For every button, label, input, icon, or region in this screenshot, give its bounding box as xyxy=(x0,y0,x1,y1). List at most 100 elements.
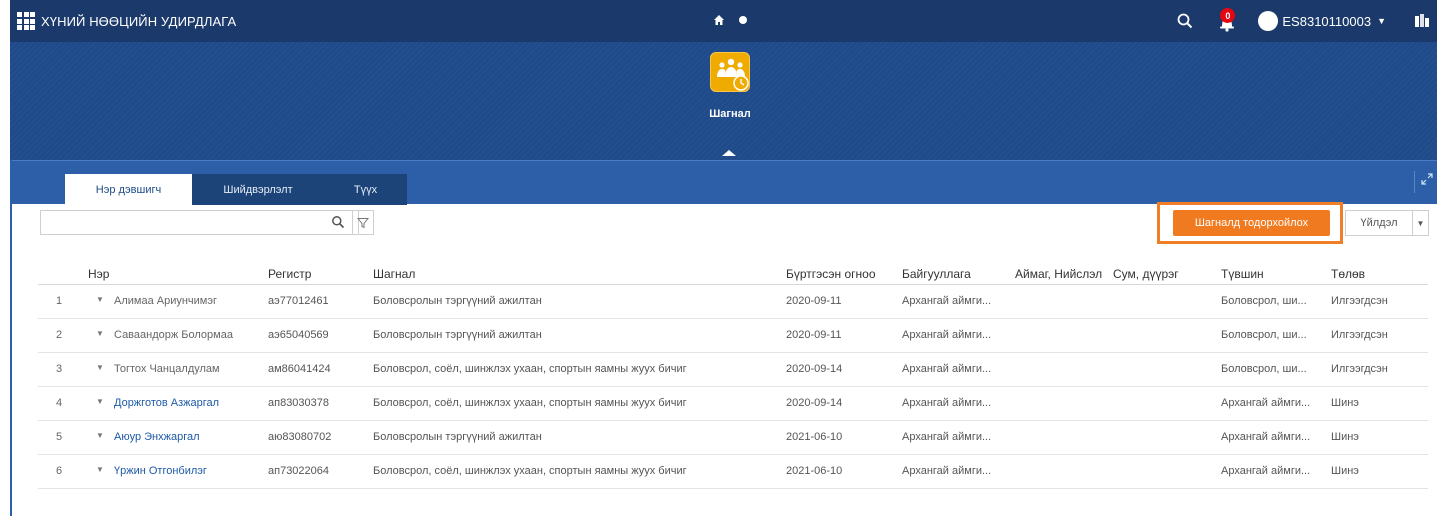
register-number: ам86041424 xyxy=(268,363,331,375)
award-name: Боловсролын тэргүүний ажилтан xyxy=(373,295,542,307)
tab-bar: Нэр дэвшигч Шийдвэрлэлт Түүх xyxy=(12,160,1437,205)
organization: Архангай аймги... xyxy=(902,363,992,375)
level: Боловсрол, ши... xyxy=(1221,329,1307,341)
level: Архангай аймги... xyxy=(1221,465,1311,477)
registered-date: 2021-06-10 xyxy=(786,431,843,443)
app-launcher-icon[interactable] xyxy=(17,12,35,30)
nominate-award-button[interactable]: Шагналд тодорхойлох xyxy=(1173,210,1330,236)
notifications-button[interactable]: 0 xyxy=(1214,8,1240,32)
award-app-icon[interactable] xyxy=(710,52,750,92)
expand-row-caret-icon[interactable]: ▼ xyxy=(96,363,104,372)
header-register[interactable]: Регистр xyxy=(268,267,368,281)
tab-history[interactable]: Түүх xyxy=(324,174,407,205)
avatar[interactable] xyxy=(1258,11,1279,31)
award-name: Боловсролын тэргүүний ажилтан xyxy=(373,329,542,341)
award-name: Боловсрол, соёл, шинжлэх ухаан, спортын … xyxy=(373,363,687,375)
row-index: 5 xyxy=(55,431,63,443)
register-number: ап73022064 xyxy=(268,465,330,477)
registered-date: 2020-09-11 xyxy=(786,295,842,307)
table-row[interactable]: 2 ▼ Саваандорж Болормаа аэ65040569 Болов… xyxy=(38,319,1428,353)
tab-candidate[interactable]: Нэр дэвшигч xyxy=(65,174,192,205)
row-index: 2 xyxy=(55,329,63,341)
register-number: аэ65040569 xyxy=(268,329,329,341)
header-sum[interactable]: Сум, дүүрэг xyxy=(1113,267,1213,281)
app-label: Шагнал xyxy=(709,108,751,120)
candidate-name[interactable]: Тогтох Чанцалдулам xyxy=(114,363,274,375)
row-index: 4 xyxy=(55,397,63,409)
search-button[interactable] xyxy=(328,212,348,232)
table-row[interactable]: 1 ▼ Алимаа Ариунчимэг аэ77012461 Боловср… xyxy=(38,285,1428,319)
row-index: 6 xyxy=(55,465,63,477)
award-name: Боловсролын тэргүүний ажилтан xyxy=(373,431,542,443)
candidate-name[interactable]: Үржин Отгонбилэг xyxy=(114,465,274,477)
action-select-label: Үйлдэл xyxy=(1360,217,1398,229)
tab-decision[interactable]: Шийдвэрлэлт xyxy=(192,174,324,205)
header-level[interactable]: Түвшин xyxy=(1221,267,1317,281)
shell-right-controls: 0 ES8310110003 ▼ xyxy=(1176,0,1437,42)
table-row[interactable]: 6 ▼ Үржин Отгонбилэг ап73022064 Боловсро… xyxy=(38,455,1428,489)
expand-row-caret-icon[interactable]: ▼ xyxy=(96,465,104,474)
filter-button[interactable] xyxy=(352,210,374,235)
shell-bar: ХҮНИЙ НӨӨЦИЙН УДИРДЛАГА 0 ES8310110003 ▼ xyxy=(10,0,1437,42)
search-input[interactable] xyxy=(40,210,359,235)
status: Шинэ xyxy=(1331,397,1359,409)
register-number: аэ77012461 xyxy=(268,295,329,307)
shell-center-controls xyxy=(713,14,747,26)
table-row[interactable]: 4 ▼ Доржготов Азжаргал ап83030378 Боловс… xyxy=(38,387,1428,421)
row-index: 3 xyxy=(55,363,63,375)
banner-pointer-icon xyxy=(722,150,736,156)
award-name: Боловсрол, соёл, шинжлэх ухаан, спортын … xyxy=(373,465,687,477)
header-organization[interactable]: Байгууллага xyxy=(902,267,1002,281)
level: Архангай аймги... xyxy=(1221,397,1311,409)
expand-row-caret-icon[interactable]: ▼ xyxy=(96,397,104,406)
registered-date: 2020-09-14 xyxy=(786,397,843,409)
level: Боловсрол, ши... xyxy=(1221,295,1307,307)
action-select[interactable]: Үйлдэл ▼ xyxy=(1345,210,1429,236)
header-status[interactable]: Төлөв xyxy=(1331,267,1421,281)
register-number: ап83030378 xyxy=(268,397,330,409)
user-id[interactable]: ES8310110003 xyxy=(1282,14,1371,29)
status: Илгээгдсэн xyxy=(1331,295,1388,307)
tab-bar-divider xyxy=(1414,171,1415,193)
candidate-name[interactable]: Алимаа Ариунчимэг xyxy=(114,295,274,307)
page-indicator-icon[interactable] xyxy=(739,16,747,24)
registered-date: 2020-09-14 xyxy=(786,363,843,375)
level: Боловсрол, ши... xyxy=(1221,363,1307,375)
header-date[interactable]: Бүртгэсэн огноо xyxy=(786,267,876,281)
candidate-name[interactable]: Саваандорж Болормаа xyxy=(114,329,274,341)
row-index: 1 xyxy=(55,295,63,307)
expand-row-caret-icon[interactable]: ▼ xyxy=(96,329,104,338)
table-header: Нэр Регистр Шагнал Бүртгэсэн огноо Байгу… xyxy=(38,262,1428,285)
home-icon[interactable] xyxy=(713,14,725,26)
registered-date: 2020-09-11 xyxy=(786,329,842,341)
header-award[interactable]: Шагнал xyxy=(373,267,773,281)
organization: Архангай аймги... xyxy=(902,329,992,341)
status: Илгээгдсэн xyxy=(1331,363,1388,375)
magnifier-icon xyxy=(332,216,345,229)
search-icon[interactable] xyxy=(1176,12,1194,30)
organization: Архангай аймги... xyxy=(902,431,992,443)
stacked-cards-icon[interactable] xyxy=(1414,13,1430,29)
candidate-name[interactable]: Доржготов Азжаргал xyxy=(114,397,274,409)
status: Шинэ xyxy=(1331,465,1359,477)
register-number: аю83080702 xyxy=(268,431,332,443)
candidate-name[interactable]: Аюур Энхжаргал xyxy=(114,431,274,443)
header-name[interactable]: Нэр xyxy=(88,267,109,281)
organization: Архангай аймги... xyxy=(902,295,992,307)
status: Илгээгдсэн xyxy=(1331,329,1388,341)
content-area: Нэр дэвшигч Шийдвэрлэлт Түүх Шагналд тод… xyxy=(10,160,1437,516)
status: Шинэ xyxy=(1331,431,1359,443)
expand-row-caret-icon[interactable]: ▼ xyxy=(96,431,104,440)
filter-icon xyxy=(357,217,369,228)
chevron-down-icon[interactable]: ▼ xyxy=(1412,211,1428,235)
expand-icon[interactable] xyxy=(1421,173,1433,185)
user-menu-chevron-down-icon[interactable]: ▼ xyxy=(1377,16,1386,26)
organization: Архангай аймги... xyxy=(902,465,992,477)
header-aimag[interactable]: Аймаг, Нийслэл xyxy=(1015,267,1109,281)
table-row[interactable]: 3 ▼ Тогтох Чанцалдулам ам86041424 Боловс… xyxy=(38,353,1428,387)
expand-row-caret-icon[interactable]: ▼ xyxy=(96,295,104,304)
app-banner: Шагнал xyxy=(10,42,1437,160)
table-row[interactable]: 5 ▼ Аюур Энхжаргал аю83080702 Боловсролы… xyxy=(38,421,1428,455)
awards-table: Нэр Регистр Шагнал Бүртгэсэн огноо Байгу… xyxy=(38,262,1428,489)
level: Архангай аймги... xyxy=(1221,431,1311,443)
